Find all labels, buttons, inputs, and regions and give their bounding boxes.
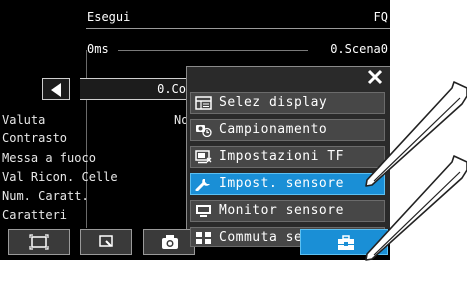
stylus-illustrations: [365, 81, 467, 261]
